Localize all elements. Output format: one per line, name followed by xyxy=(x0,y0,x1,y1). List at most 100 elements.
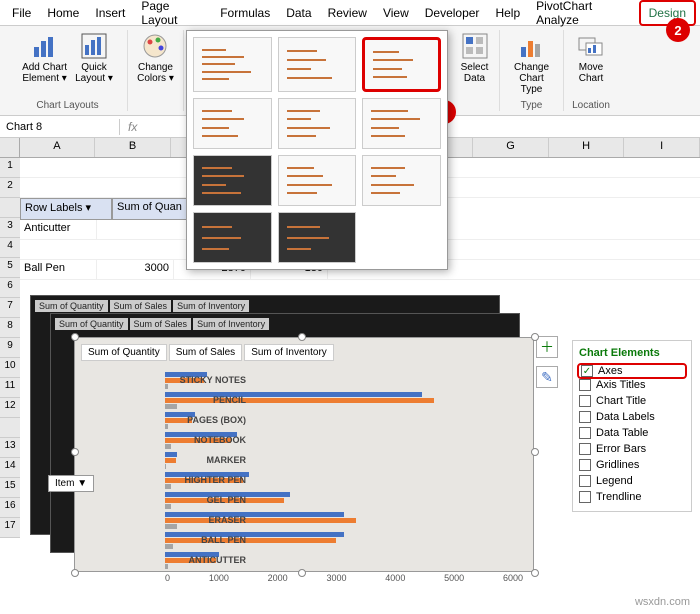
chart-category-label: MARKER xyxy=(165,455,250,465)
layout-thumb[interactable] xyxy=(278,212,357,263)
layout-thumb[interactable] xyxy=(193,98,272,149)
cell[interactable]: Anticutter xyxy=(20,220,97,239)
chart-element-label: Trendline xyxy=(596,491,641,503)
chart-tab: Sum of Quantity xyxy=(55,318,128,330)
tab-developer[interactable]: Developer xyxy=(417,2,488,24)
chart-element-option[interactable]: Data Table xyxy=(579,425,685,441)
chart-element-label: Error Bars xyxy=(596,443,646,455)
pivot-row-labels[interactable]: Row Labels ▾ xyxy=(20,198,112,220)
layout-thumb[interactable] xyxy=(193,212,272,263)
row-header[interactable]: 12 xyxy=(0,398,20,418)
layout-thumb[interactable] xyxy=(362,155,441,206)
layout-thumb[interactable] xyxy=(278,98,357,149)
layout-thumb[interactable] xyxy=(278,155,357,206)
col-header[interactable]: I xyxy=(624,138,700,157)
tab-insert[interactable]: Insert xyxy=(87,2,133,24)
chart-element-option[interactable]: Data Labels xyxy=(579,409,685,425)
row-header[interactable]: 11 xyxy=(0,378,20,398)
selection-handle[interactable] xyxy=(71,333,79,341)
row-header[interactable]: 13 xyxy=(0,438,20,458)
col-header[interactable]: G xyxy=(473,138,549,157)
chart-elements-button[interactable]: ＋ xyxy=(536,336,558,358)
chart-category-label: ERASER xyxy=(165,515,250,525)
add-chart-element-button[interactable]: Add Chart Element ▾ xyxy=(20,30,69,86)
chart-category-label: PENCIL xyxy=(165,395,250,405)
chart-type-icon xyxy=(518,32,546,60)
row-header[interactable]: 7 xyxy=(0,298,20,318)
row-header[interactable]: 10 xyxy=(0,358,20,378)
chart-styles-button[interactable]: ✎ xyxy=(536,366,558,388)
chart-field-button[interactable]: Sum of Sales xyxy=(169,344,242,361)
change-chart-type-button[interactable]: Change Chart Type xyxy=(506,30,557,97)
cell[interactable]: Ball Pen xyxy=(20,260,97,279)
checkbox-icon xyxy=(579,427,591,439)
tab-review[interactable]: Review xyxy=(320,2,375,24)
row-header[interactable]: 14 xyxy=(0,458,20,478)
selection-handle[interactable] xyxy=(531,569,539,577)
tab-page-layout[interactable]: Page Layout xyxy=(133,0,212,31)
chart-element-option[interactable]: Chart Title xyxy=(579,393,685,409)
tab-pivotchart-analyze[interactable]: PivotChart Analyze xyxy=(528,0,639,31)
fx-label: fx xyxy=(120,120,145,134)
chart-tab: Sum of Inventory xyxy=(193,318,269,330)
row-header[interactable]: 3 xyxy=(0,218,20,238)
chart-field-button[interactable]: Sum of Quantity xyxy=(81,344,167,361)
chart-element-label: Gridlines xyxy=(596,459,639,471)
chart-element-option[interactable]: Legend xyxy=(579,473,685,489)
chart-element-option[interactable]: Trendline xyxy=(579,489,685,505)
chart-item-filter[interactable]: Item ▼ xyxy=(48,475,94,492)
chart-category-label: NOTEBOOK xyxy=(165,435,250,445)
tab-help[interactable]: Help xyxy=(487,2,528,24)
selection-handle[interactable] xyxy=(298,569,306,577)
chart-element-label: Axis Titles xyxy=(596,379,646,391)
col-header[interactable]: A xyxy=(20,138,96,157)
chart-category-label: BALL PEN xyxy=(165,535,250,545)
row-header[interactable]: 9 xyxy=(0,338,20,358)
row-header[interactable]: 16 xyxy=(0,498,20,518)
layout-thumb[interactable] xyxy=(362,98,441,149)
name-box[interactable]: Chart 8 xyxy=(0,119,120,135)
tab-formulas[interactable]: Formulas xyxy=(212,2,278,24)
selection-handle[interactable] xyxy=(531,448,539,456)
layout-thumb[interactable] xyxy=(193,155,272,206)
layout-thumb[interactable] xyxy=(193,37,272,92)
tab-view[interactable]: View xyxy=(375,2,417,24)
move-chart-button[interactable]: Move Chart xyxy=(575,30,607,86)
col-header[interactable]: B xyxy=(95,138,171,157)
selection-handle[interactable] xyxy=(531,333,539,341)
tab-data[interactable]: Data xyxy=(278,2,319,24)
row-header[interactable]: 2 xyxy=(0,178,20,198)
pivot-chart[interactable]: Sum of Quantity Sum of Sales Sum of Inve… xyxy=(74,337,534,572)
selection-handle[interactable] xyxy=(71,569,79,577)
tab-file[interactable]: File xyxy=(4,2,39,24)
selection-handle[interactable] xyxy=(298,333,306,341)
row-header[interactable]: 4 xyxy=(0,238,20,258)
checkbox-icon xyxy=(579,379,591,391)
change-colors-button[interactable]: Change Colors ▾ xyxy=(135,30,176,86)
row-header[interactable]: 1 xyxy=(0,158,20,178)
chart-element-label: Data Table xyxy=(596,427,648,439)
chart-element-label: Chart Title xyxy=(596,395,646,407)
layout-thumb-selected[interactable] xyxy=(362,37,441,92)
chart-element-label: Legend xyxy=(596,475,633,487)
chart-category-label: ANTICUTTER xyxy=(165,555,250,565)
row-header[interactable] xyxy=(0,198,20,218)
row-header[interactable]: 5 xyxy=(0,258,20,278)
quick-layout-button[interactable]: Quick Layout ▾ xyxy=(73,30,115,86)
select-data-button[interactable]: Select Data xyxy=(459,30,491,86)
row-header[interactable] xyxy=(0,418,20,438)
col-header[interactable]: H xyxy=(549,138,625,157)
row-header[interactable]: 6 xyxy=(0,278,20,298)
chart-element-option[interactable]: Gridlines xyxy=(579,457,685,473)
selection-handle[interactable] xyxy=(71,448,79,456)
row-header[interactable]: 17 xyxy=(0,518,20,538)
checkbox-icon xyxy=(579,395,591,407)
chart-element-option[interactable]: Axis Titles xyxy=(579,377,685,393)
layout-thumb[interactable] xyxy=(278,37,357,92)
cell[interactable]: 3000 xyxy=(97,260,174,279)
chart-field-button[interactable]: Sum of Inventory xyxy=(244,344,334,361)
row-header[interactable]: 8 xyxy=(0,318,20,338)
chart-element-option[interactable]: Error Bars xyxy=(579,441,685,457)
tab-home[interactable]: Home xyxy=(39,2,87,24)
row-header[interactable]: 15 xyxy=(0,478,20,498)
